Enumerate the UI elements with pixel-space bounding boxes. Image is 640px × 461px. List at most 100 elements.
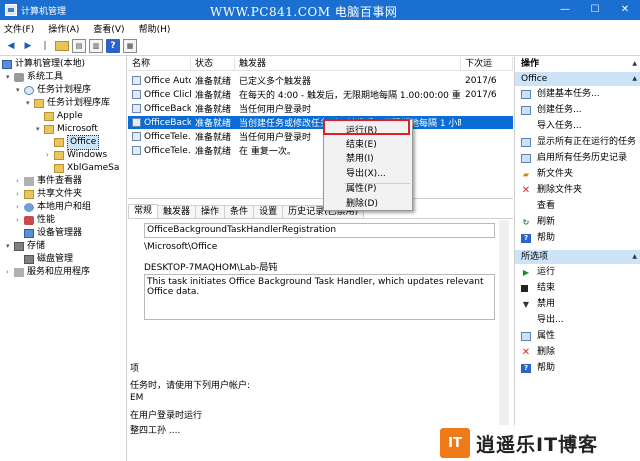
action-show-running[interactable]: 显示所有正在运行的任务 [521, 136, 636, 149]
table-row[interactable]: Office Auto... 准备就绪 已定义多个触发器 2017/6 [128, 74, 513, 87]
task-icon [132, 104, 141, 113]
menu-file[interactable]: 文件(F) [4, 22, 34, 35]
column-name[interactable]: 名称 [128, 57, 191, 70]
tree-node-task-scheduler[interactable]: ▾ 任务计划程序 [16, 84, 91, 97]
tree-label: 磁盘管理 [37, 254, 74, 264]
tree-node-apple[interactable]: Apple [44, 110, 83, 123]
close-button[interactable]: ✕ [610, 0, 640, 20]
expand-icon[interactable]: › [16, 214, 24, 227]
tree-node-storage[interactable]: ▾ 存储 [6, 240, 45, 253]
tree-node-xblgamesave[interactable]: XblGameSa [54, 162, 119, 175]
collapse-icon[interactable]: ▾ [36, 123, 44, 136]
tree-node-device-manager[interactable]: 设备管理器 [24, 227, 82, 240]
table-row[interactable]: OfficeBack... 准备就绪 当任何用户登录时 [128, 102, 513, 115]
task-name: Office Auto... [144, 75, 191, 86]
action-disable[interactable]: ▼ 禁用 [521, 298, 555, 311]
tree-node-local-users[interactable]: › 本地用户和组 [16, 201, 91, 214]
task-status: 准备就绪 [195, 133, 232, 143]
context-end[interactable]: 结束(E) [324, 138, 412, 152]
action-view[interactable]: 查看 [521, 200, 555, 213]
tree-label: 系统工具 [27, 72, 64, 82]
task-name: OfficeTele... [144, 131, 191, 142]
action-create-task[interactable]: 创建任务... [521, 104, 582, 117]
tab-settings[interactable]: 设置 [253, 205, 284, 218]
context-export[interactable]: 导出(X)... [324, 167, 412, 181]
context-disable[interactable]: 禁用(I) [324, 152, 412, 166]
tree-node-shared-folders[interactable]: › 共享文件夹 [16, 188, 82, 201]
menu-help[interactable]: 帮助(H) [139, 22, 171, 35]
task-status: 准备就绪 [195, 91, 232, 101]
action-import-task[interactable]: 导入任务... [521, 120, 582, 133]
menu-action[interactable]: 操作(A) [48, 22, 79, 35]
maximize-button[interactable]: ☐ [580, 0, 610, 20]
tree-node-root[interactable]: 计算机管理(本地) [2, 58, 85, 71]
expand-icon[interactable]: › [46, 149, 54, 162]
show-hide-tree-icon[interactable]: ▤ [72, 39, 86, 53]
task-name-field[interactable]: OfficeBackgroundTaskHandlerRegistration [144, 223, 495, 238]
action-run[interactable]: ▶ 运行 [521, 266, 555, 279]
action-properties[interactable]: 属性 [521, 330, 555, 343]
column-status[interactable]: 状态 [191, 57, 235, 70]
tree-label: 性能 [37, 215, 56, 225]
window-controls: — ☐ ✕ [550, 0, 640, 20]
action-help-selected[interactable]: ? 帮助 [521, 362, 555, 375]
forward-arrow-icon[interactable]: ▶ [21, 39, 35, 53]
collapse-icon[interactable]: ▾ [6, 71, 14, 84]
show-action-pane-icon[interactable]: ▦ [123, 39, 137, 53]
expand-icon[interactable]: › [16, 175, 24, 188]
column-next-run[interactable]: 下次运 [461, 57, 513, 70]
task-description-field[interactable]: This task initiates Office Background Ta… [144, 274, 495, 320]
action-end[interactable]: 结束 [521, 282, 555, 295]
tab-triggers[interactable]: 触发器 [157, 205, 197, 218]
site-logo: IT 逍遥乐IT博客 [440, 425, 640, 461]
tree-node-disk-management[interactable]: 磁盘管理 [24, 253, 73, 266]
disable-icon: ▼ [522, 300, 530, 309]
context-delete[interactable]: 删除(D) [324, 197, 412, 211]
action-create-basic-task[interactable]: 创建基本任务... [521, 88, 600, 101]
action-help[interactable]: ? 帮助 [521, 232, 555, 245]
tree-label: 服务和应用程序 [27, 267, 91, 277]
tab-general[interactable]: 常规 [128, 204, 159, 218]
run-as-label: 任务时，请使用下列用户帐户: [130, 381, 251, 391]
column-trigger[interactable]: 触发器 [235, 57, 461, 70]
tab-conditions[interactable]: 条件 [224, 205, 255, 218]
collapse-icon[interactable]: ▾ [26, 97, 34, 110]
tree-node-task-library[interactable]: ▾ 任务计划程序库 [26, 97, 110, 110]
action-export[interactable]: 导出... [521, 314, 564, 327]
task-icon [132, 118, 141, 127]
table-row[interactable]: Office Click... 准备就绪 在每天的 4:00 - 触发后，无限期… [128, 88, 513, 101]
action-refresh[interactable]: ↻ 刷新 [521, 216, 555, 229]
expand-icon[interactable]: › [16, 188, 24, 201]
tree-node-performance[interactable]: › 性能 [16, 214, 55, 227]
tree-node-event-viewer[interactable]: › 事件查看器 [16, 175, 82, 188]
tree-node-system-tools[interactable]: ▾ 系统工具 [6, 71, 63, 84]
properties-icon[interactable]: ▥ [89, 39, 103, 53]
help-icon[interactable]: ? [106, 39, 120, 53]
actions-section-selected[interactable]: 所选项 [515, 250, 640, 264]
collapse-icon[interactable]: ▾ [16, 84, 24, 97]
table-row[interactable]: OfficeTele... 准备就绪 当任何用户登录时 [128, 130, 513, 143]
tab-actions[interactable]: 操作 [195, 205, 226, 218]
context-properties[interactable]: 属性(P) [324, 182, 412, 196]
minimize-button[interactable]: — [550, 0, 580, 20]
action-delete[interactable]: ✕ 删除 [521, 346, 555, 359]
tree-node-services[interactable]: › 服务和应用程序 [6, 266, 90, 279]
properties-icon [521, 332, 531, 341]
tree-label: Windows [67, 150, 108, 160]
tree-node-windows[interactable]: › Windows [46, 149, 107, 162]
table-row[interactable]: OfficeTele... 准备就绪 在 重复一次。 [128, 144, 513, 157]
tree-node-office[interactable]: Office [54, 135, 100, 150]
table-row-selected[interactable]: OfficeBack... 准备就绪 当创建任务或修改任务时 - 触发后，无限期… [128, 116, 513, 129]
expand-icon[interactable]: › [16, 201, 24, 214]
up-folder-icon[interactable] [55, 41, 69, 51]
action-new-folder[interactable]: ▰ 新文件夹 [521, 168, 573, 181]
back-arrow-icon[interactable]: ◀ [4, 39, 18, 53]
menu-view[interactable]: 查看(V) [93, 22, 124, 35]
tree-label: 事件查看器 [37, 176, 83, 186]
action-delete-folder[interactable]: ✕ 删除文件夹 [521, 184, 582, 197]
action-enable-history[interactable]: 启用所有任务历史记录 [521, 152, 627, 165]
task-list: 名称 状态 触发器 下次运 Office Auto... 准备就绪 已定义多个触… [128, 57, 513, 199]
collapse-icon[interactable]: ▾ [6, 240, 14, 253]
actions-section-office[interactable]: Office [515, 72, 640, 86]
expand-icon[interactable]: › [6, 266, 14, 279]
